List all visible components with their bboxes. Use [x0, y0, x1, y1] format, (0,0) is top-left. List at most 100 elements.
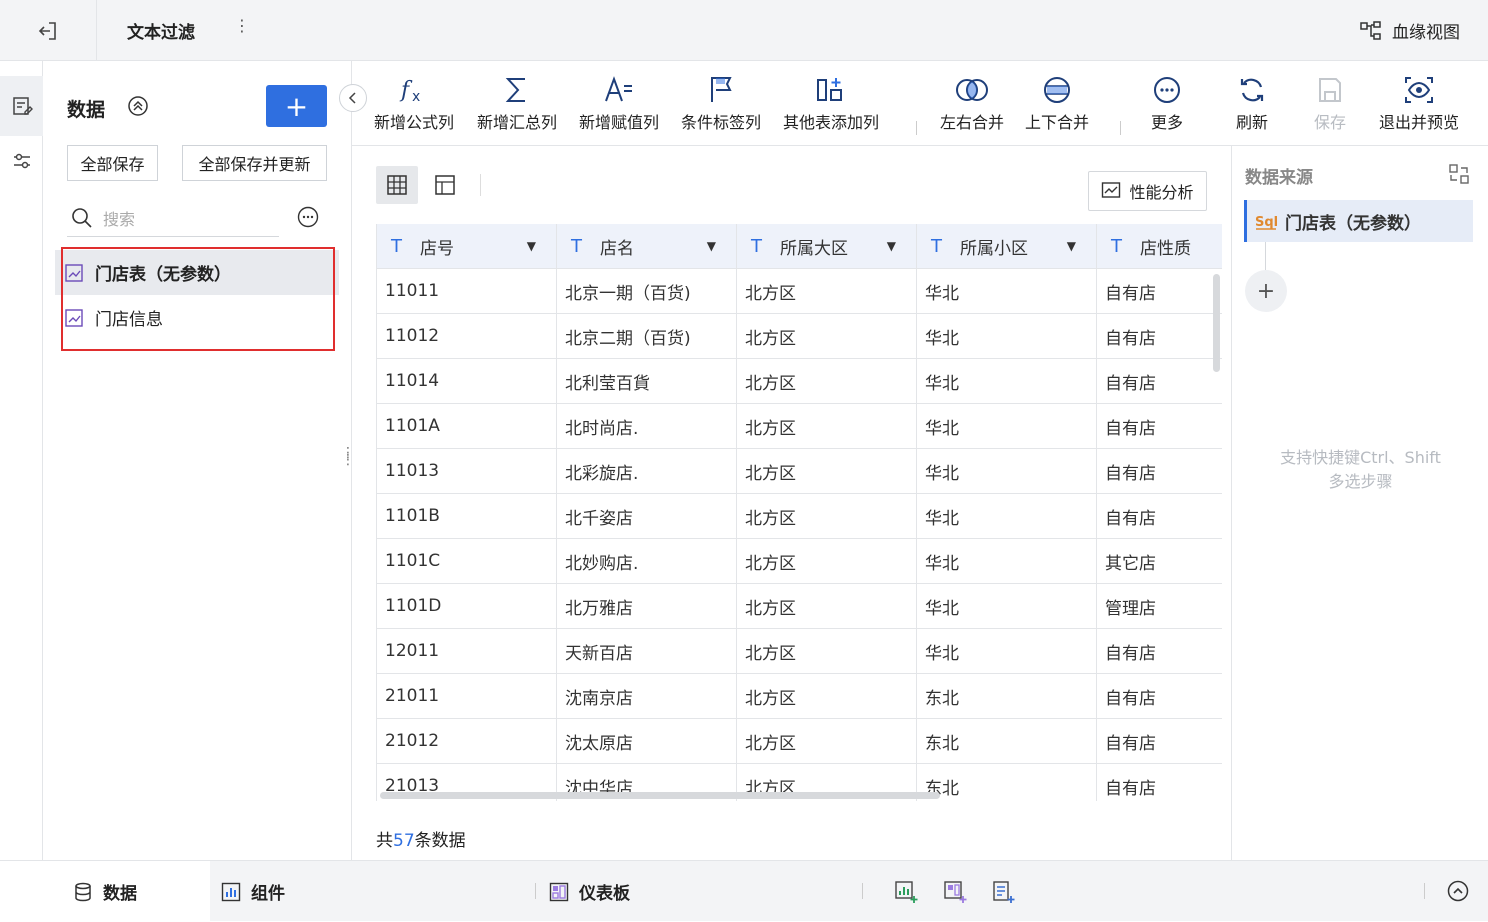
table-row: 1101B 北千姿店 北方区 华北 自有店 [377, 494, 1222, 539]
performance-analysis-button[interactable]: 性能分析 [1088, 171, 1207, 211]
more-menu-icon[interactable]: ⋮ [234, 16, 250, 35]
save-all-button[interactable]: 全部保存 [67, 145, 158, 181]
tab-data[interactable]: 数据 [0, 861, 210, 922]
vertical-scrollbar[interactable] [1213, 274, 1220, 372]
data-panel: 数据 + 全部保存 全部保存并更新 搜索 门店表（无参数） 门店信息 [43, 61, 352, 860]
column-header[interactable]: T 所属小区 ▼ [917, 224, 1097, 268]
tool-label: 上下合并 [1025, 113, 1090, 132]
data-tree: 门店表（无参数） 门店信息 [55, 250, 339, 340]
tool-label: 刷新 [1236, 113, 1269, 132]
rail-data-button[interactable] [0, 76, 43, 136]
add-formula-column-button[interactable]: fx 新增公式列 [374, 71, 454, 133]
exit-button[interactable] [0, 0, 97, 61]
add-component-button[interactable] [894, 880, 918, 908]
add-summary-column-button[interactable]: 新增汇总列 [477, 71, 557, 133]
table-row: 21012 沈太原店 北方区 东北 自有店 [377, 719, 1222, 764]
more-circle-icon [1154, 77, 1180, 103]
table-cell: 北万雅店 [557, 584, 737, 628]
performance-chart-icon [1102, 182, 1121, 198]
table-cell: 北方区 [737, 539, 917, 583]
table-cell: 华北 [917, 539, 1097, 583]
toolbar: fx 新增公式列 新增汇总列 新增赋值列 条件标签列 其他表添加列 左右合并 上… [352, 61, 1488, 146]
data-table: T 店号 ▼ T 店名 ▼ T 所属大区 ▼ T 所属小区 ▼ T 店性质 11011 北京一期（百货) 北方… [376, 224, 1222, 801]
table-cell: 自有店 [1097, 629, 1222, 673]
left-right-merge-button[interactable]: 左右合并 [940, 71, 1004, 133]
hint-line: 多选步骤 [1328, 472, 1393, 491]
options-button[interactable] [297, 206, 319, 232]
data-edit-icon [12, 97, 33, 115]
bottom-bar: 数据 组件 仪表板 [0, 860, 1488, 922]
up-down-merge-button[interactable]: 上下合并 [1025, 71, 1089, 133]
tree-item-label: 门店表（无参数） [95, 265, 231, 285]
column-header[interactable]: T 店名 ▼ [557, 224, 737, 268]
column-header-label: 店号 [420, 238, 454, 259]
sort-dropdown-icon[interactable]: ▼ [1067, 239, 1076, 253]
table-cell: 自有店 [1097, 314, 1222, 358]
refresh-button[interactable]: 刷新 [1236, 71, 1268, 133]
lineage-view-button[interactable]: 血缘视图 [1360, 18, 1460, 43]
condition-tag-column-button[interactable]: 条件标签列 [681, 71, 761, 133]
table-cell: 11013 [377, 449, 557, 493]
formula-fx-icon: fx [399, 78, 420, 105]
tab-component[interactable]: 组件 [221, 861, 285, 922]
grid-view-button[interactable] [376, 166, 418, 204]
svg-text:x: x [412, 89, 420, 105]
more-button[interactable]: 更多 [1151, 71, 1183, 133]
tree-item-store-info[interactable]: 门店信息 [55, 295, 339, 340]
lineage-label: 血缘视图 [1392, 23, 1460, 43]
tool-label: 条件标签列 [681, 113, 762, 132]
table-cell: 北方区 [737, 584, 917, 628]
table-cell: 北彩旋店. [557, 449, 737, 493]
table-cell: 沈南京店 [557, 674, 737, 718]
column-header[interactable]: T 店号 ▼ [377, 224, 557, 268]
table-cell: 11012 [377, 314, 557, 358]
add-step-button[interactable]: + [1245, 270, 1287, 312]
table-chart-icon [65, 308, 83, 327]
add-assign-column-button[interactable]: 新增赋值列 [579, 71, 659, 133]
save-button[interactable]: 保存 [1314, 71, 1346, 133]
collapse-panel-button[interactable] [339, 84, 367, 112]
other-table-add-column-button[interactable]: 其他表添加列 [783, 71, 879, 133]
layout-view-button[interactable] [424, 166, 466, 204]
add-report-button[interactable] [991, 880, 1015, 908]
tool-label: 新增汇总列 [477, 113, 558, 132]
tool-label: 左右合并 [940, 113, 1005, 132]
table-row: 11013 北彩旋店. 北方区 华北 自有店 [377, 449, 1222, 494]
column-header[interactable]: T 所属大区 ▼ [737, 224, 917, 268]
add-dashboard-icon [944, 881, 967, 903]
expand-up-button[interactable] [1447, 880, 1469, 906]
search-input[interactable]: 搜索 [103, 206, 135, 230]
table-cell: 管理店 [1097, 584, 1222, 628]
column-header[interactable]: T 店性质 [1097, 224, 1222, 268]
left-rail [0, 61, 43, 860]
sort-dropdown-icon[interactable]: ▼ [707, 239, 716, 253]
chevron-left-icon [348, 92, 356, 104]
venn-horizontal-icon [956, 79, 988, 101]
collapse-up-button[interactable] [127, 95, 149, 121]
table-cell: 北时尚店. [557, 404, 737, 448]
tree-item-store-table[interactable]: 门店表（无参数） [55, 250, 339, 295]
table-cell: 东北 [917, 764, 1097, 801]
rail-settings-button[interactable] [0, 136, 43, 186]
text-type-icon: T [391, 235, 402, 257]
exit-preview-button[interactable]: 退出并预览 [1379, 71, 1459, 133]
switch-layout-button[interactable] [1448, 163, 1470, 189]
data-source-item[interactable]: Sql 门店表（无参数） [1244, 200, 1473, 242]
horizontal-scrollbar[interactable] [380, 792, 940, 799]
search-box[interactable]: 搜索 [67, 199, 279, 237]
add-data-button[interactable]: + [266, 85, 327, 127]
panel-title: 数据 [67, 99, 106, 121]
sort-dropdown-icon[interactable]: ▼ [527, 239, 536, 253]
table-cell: 北千姿店 [557, 494, 737, 538]
add-dashboard-button[interactable] [943, 880, 967, 908]
table-cell: 北方区 [737, 719, 917, 763]
column-header-label: 店性质 [1140, 238, 1191, 259]
tab-dashboard[interactable]: 仪表板 [549, 861, 630, 922]
sort-dropdown-icon[interactable]: ▼ [887, 239, 896, 253]
text-type-icon: T [571, 235, 582, 257]
table-cell: 1101B [377, 494, 557, 538]
lineage-icon [1360, 20, 1381, 40]
data-preview-area: 性能分析 T 店号 ▼ T 店名 ▼ T 所属大区 ▼ T 所属小区 ▼ T 店性质 11011 北京一期（… [352, 146, 1231, 860]
refresh-icon [1240, 78, 1264, 102]
save-all-update-button[interactable]: 全部保存并更新 [182, 145, 327, 181]
